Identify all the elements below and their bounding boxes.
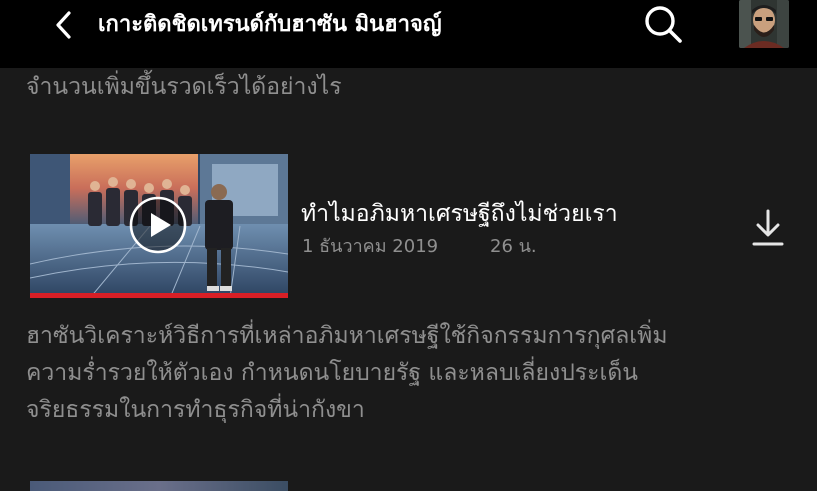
chevron-left-icon (56, 11, 71, 39)
back-button[interactable] (48, 8, 78, 42)
previous-episode-description: จำนวนเพิ่มขึ้นรวดเร็วได้อย่างไร (26, 74, 342, 100)
watch-progress-fill (30, 293, 288, 298)
description-line: จริยธรรมในการทำธุรกิจที่น่ากังขา (26, 397, 365, 423)
episode-title: ทำไมอภิมหาเศรษฐีถึงไม่ช่วยเรา (301, 201, 618, 227)
page-title: เกาะติดชิดเทรนด์กับฮาซัน มินฮาจญ์ (98, 12, 442, 37)
top-bar: เกาะติดชิดเทรนด์กับฮาซัน มินฮาจญ์ (0, 0, 817, 68)
search-button[interactable] (640, 4, 686, 44)
play-icon[interactable] (128, 195, 188, 255)
search-icon (645, 6, 682, 43)
episode-thumbnail[interactable] (30, 154, 288, 298)
watch-progress-bar (30, 293, 288, 298)
avatar-image (739, 0, 789, 48)
description-line: ฮาซันวิเคราะห์วิธีการที่เหล่าอภิมหาเศรษฐ… (26, 323, 668, 349)
next-episode-thumbnail[interactable] (30, 481, 288, 491)
description-line: ความร่ำรวยให้ตัวเอง กำหนดนโยบายรัฐ และหล… (26, 360, 639, 386)
episode-description: ฮาซันวิเคราะห์วิธีการที่เหล่าอภิมหาเศรษฐ… (26, 318, 806, 429)
download-button[interactable] (748, 206, 788, 250)
episode-duration: 26 น. (490, 236, 537, 257)
profile-avatar[interactable] (739, 0, 789, 48)
episode-date: 1 ธันวาคม 2019 (302, 236, 439, 257)
download-icon (752, 209, 784, 246)
